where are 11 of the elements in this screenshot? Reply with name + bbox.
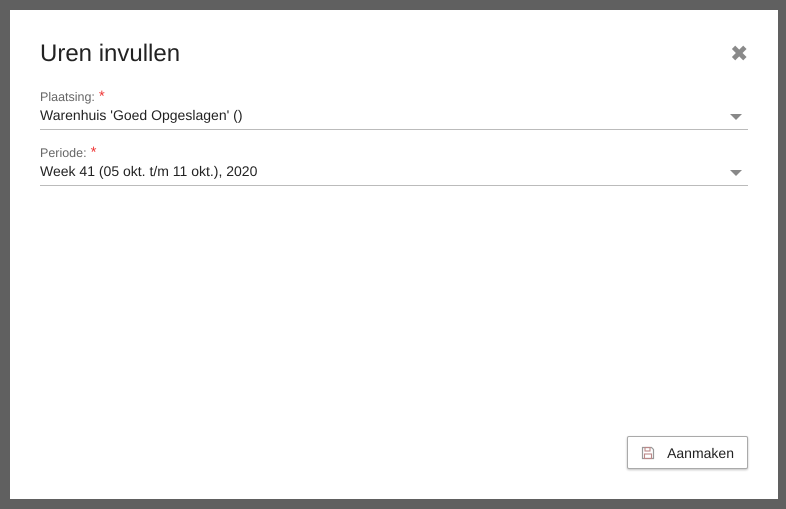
required-mark: * bbox=[98, 90, 105, 104]
dropdown-field[interactable]: Week 41 (05 okt. t/m 11 okt.), 2020 bbox=[40, 160, 748, 186]
required-mark: * bbox=[90, 146, 96, 160]
dropdown-field[interactable]: Warenhuis 'Goed Opgeslagen' () bbox=[40, 104, 748, 130]
field-label: Plaatsing: bbox=[40, 90, 95, 104]
caret-icon bbox=[730, 170, 742, 176]
save-icon bbox=[641, 446, 656, 460]
create-button[interactable]: Aanmaken bbox=[627, 436, 748, 469]
dialog-title: Uren invullen bbox=[40, 40, 180, 68]
field-label: Periode: bbox=[40, 146, 87, 160]
caret-icon bbox=[730, 114, 742, 120]
